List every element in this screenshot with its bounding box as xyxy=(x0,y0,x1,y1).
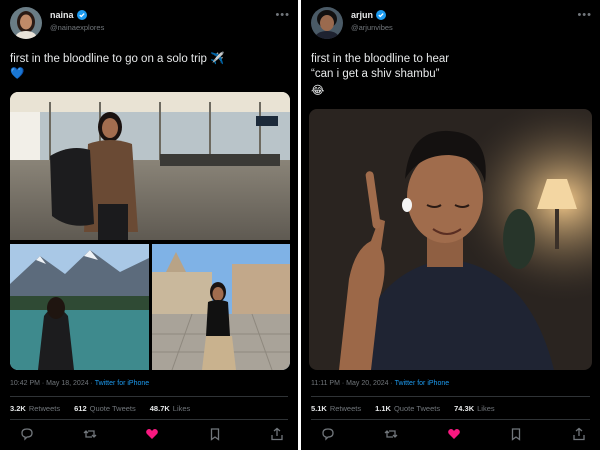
likes-stat[interactable]: 74.3K Likes xyxy=(454,404,495,413)
client-link[interactable]: Twitter for iPhone xyxy=(95,380,149,387)
display-name[interactable]: arjun xyxy=(351,10,373,20)
tweet-photo-lake[interactable] xyxy=(10,244,149,370)
tweet-actions xyxy=(20,427,284,441)
engagement-stats: 3.2K Retweets 612 Quote Tweets 48.7K Likes xyxy=(10,404,190,413)
display-name-row[interactable]: naina xyxy=(50,10,104,20)
likes-count: 48.7K xyxy=(149,404,170,413)
quotes-count: 1.1K xyxy=(375,404,391,413)
heart-icon[interactable] xyxy=(447,427,461,441)
quotes-stat[interactable]: 612 Quote Tweets xyxy=(74,404,136,413)
quotes-stat[interactable]: 1.1K Quote Tweets xyxy=(375,404,440,413)
tweet-timestamp[interactable]: 10:42 PM · May 18, 2024 · Twitter for iP… xyxy=(10,380,149,387)
likes-count: 74.3K xyxy=(454,404,475,413)
share-icon[interactable] xyxy=(270,427,284,441)
retweet-icon[interactable] xyxy=(83,427,97,441)
likes-stat[interactable]: 48.7K Likes xyxy=(150,404,191,413)
divider xyxy=(311,396,590,397)
verified-badge-icon xyxy=(76,10,87,20)
retweets-stat[interactable]: 5.1K Retweets xyxy=(311,404,361,413)
tweet-text: first in the bloodline to go on a solo t… xyxy=(10,52,290,82)
divider xyxy=(10,396,288,397)
retweets-label: Retweets xyxy=(329,404,362,413)
engagement-stats: 5.1K Retweets 1.1K Quote Tweets 74.3K Likes xyxy=(311,404,495,413)
tweet-text-line: first in the bloodline to go on a solo t… xyxy=(10,53,225,65)
tweet-text-line: first in the bloodline to hear xyxy=(311,53,450,65)
divider xyxy=(10,419,288,420)
tweet-card-naina: naina @nainaexplores ••• first in the bl… xyxy=(0,0,298,450)
handle[interactable]: @nainaexplores xyxy=(50,23,104,32)
timestamp-text[interactable]: 10:42 PM · May 18, 2024 · xyxy=(10,380,95,387)
avatar[interactable] xyxy=(10,7,42,39)
bookmark-icon[interactable] xyxy=(208,427,222,441)
author-names: naina @nainaexplores xyxy=(50,10,104,32)
verified-badge-icon xyxy=(376,10,387,20)
tweet-text: first in the bloodline to hear “can i ge… xyxy=(311,52,591,99)
tweet-card-arjun: arjun @arjunvibes ••• first in the blood… xyxy=(301,0,600,450)
retweets-stat[interactable]: 3.2K Retweets xyxy=(10,404,60,413)
likes-label: Likes xyxy=(172,404,191,413)
tweet-text-emoji: 😂 xyxy=(311,85,325,97)
tweet-header: arjun @arjunvibes ••• xyxy=(311,7,592,39)
retweets-count: 5.1K xyxy=(311,404,327,413)
more-horizontal-icon[interactable]: ••• xyxy=(275,9,290,21)
handle[interactable]: @arjunvibes xyxy=(351,23,393,32)
reply-icon[interactable] xyxy=(321,427,335,441)
quotes-count: 612 xyxy=(74,404,87,413)
tweet-text-emoji: 💙 xyxy=(10,68,25,80)
divider xyxy=(311,419,590,420)
retweets-count: 3.2K xyxy=(10,404,26,413)
heart-icon[interactable] xyxy=(145,427,159,441)
share-icon[interactable] xyxy=(572,427,586,441)
more-horizontal-icon[interactable]: ••• xyxy=(577,9,592,21)
retweet-icon[interactable] xyxy=(384,427,398,441)
avatar[interactable] xyxy=(311,7,343,39)
tweet-photo-airport[interactable] xyxy=(10,92,290,240)
display-name-row[interactable]: arjun xyxy=(351,10,393,20)
tweet-header: naina @nainaexplores ••• xyxy=(10,7,290,39)
tweet-text-line: “can i get a shiv shambu” xyxy=(311,68,440,80)
display-name[interactable]: naina xyxy=(50,10,74,20)
tweet-photo-plaza[interactable] xyxy=(152,244,290,370)
reply-icon[interactable] xyxy=(20,427,34,441)
quotes-label: Quote Tweets xyxy=(393,404,441,413)
author-names: arjun @arjunvibes xyxy=(351,10,393,32)
bookmark-icon[interactable] xyxy=(509,427,523,441)
tweet-photo-portrait[interactable] xyxy=(309,109,592,370)
client-link[interactable]: Twitter for iPhone xyxy=(395,380,449,387)
tweet-actions xyxy=(321,427,586,441)
tweet-timestamp[interactable]: 11:11 PM · May 20, 2024 · Twitter for iP… xyxy=(311,380,449,387)
quotes-label: Quote Tweets xyxy=(89,404,136,413)
timestamp-text[interactable]: 11:11 PM · May 20, 2024 · xyxy=(311,380,395,387)
retweets-label: Retweets xyxy=(28,404,61,413)
likes-label: Likes xyxy=(477,404,495,413)
